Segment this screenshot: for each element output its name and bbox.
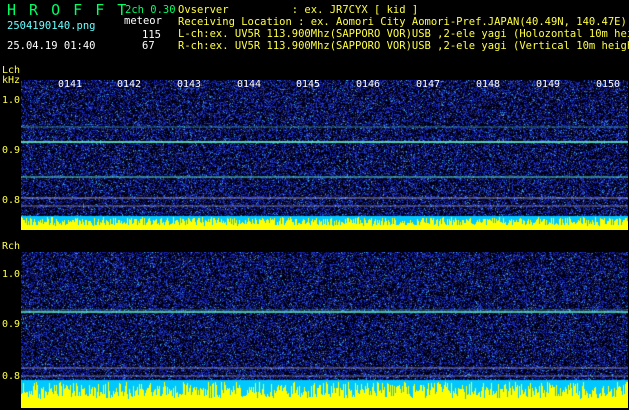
rch-spectrogram (21, 252, 628, 408)
time-tick: 0141 (58, 79, 83, 90)
lch-spectrogram (21, 80, 628, 230)
time-tick: 0144 (237, 79, 262, 90)
filename-label: 2504190140.png (7, 20, 96, 32)
rch-ytick-1: 1.0 (2, 269, 21, 280)
app-title: H R O F F T (7, 1, 129, 19)
lch-info-line: L-ch:ex. UV5R 113.900Mhz(SAPPORO VOR)USB… (178, 28, 629, 40)
mode-label: meteor (124, 15, 162, 27)
lch-ytick-1: 1.0 (2, 95, 21, 106)
observer-line: Ovserver : ex. JR7CYX [ kid ] (178, 4, 419, 16)
hroft-window: H R O F F T 2ch 0.30 2504190140.png mete… (0, 0, 629, 410)
time-tick: 0149 (536, 79, 561, 90)
khz-label: kHz (2, 75, 21, 86)
version-label: 2ch 0.30 (125, 4, 176, 16)
time-tick: 0148 (476, 79, 501, 90)
time-tick: 0150 (596, 79, 621, 90)
rch-label: Rch (2, 241, 21, 252)
time-tick: 0143 (177, 79, 202, 90)
time-tick: 0145 (296, 79, 321, 90)
rch-ytick-3: 0.8 (2, 371, 21, 382)
rch-info-line: R-ch:ex. UV5R 113.900Mhz(SAPPORO VOR)USB… (178, 40, 629, 52)
datetime-label: 25.04.19 01:40 (7, 40, 96, 52)
count-r-label: 67 (142, 40, 155, 52)
lch-ytick-2: 0.9 (2, 145, 21, 156)
rch-ytick-2: 0.9 (2, 319, 21, 330)
time-tick: 0146 (356, 79, 381, 90)
location-line: Receiving Location : ex. Aomori City Aom… (178, 16, 627, 28)
time-tick: 0147 (416, 79, 441, 90)
lch-ytick-3: 0.8 (2, 195, 21, 206)
time-tick: 0142 (117, 79, 142, 90)
count-l-label: 115 (142, 29, 161, 41)
